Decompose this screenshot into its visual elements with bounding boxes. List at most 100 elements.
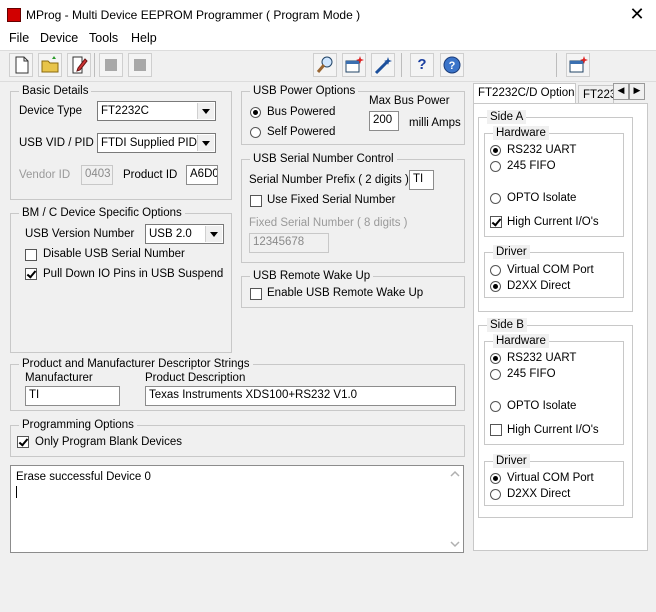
side-a-opto-radio[interactable] bbox=[490, 193, 501, 204]
new-window-icon[interactable] bbox=[566, 53, 590, 77]
product-description-field[interactable]: Texas Instruments XDS100+RS232 V1.0 bbox=[145, 386, 456, 406]
new-window-icon[interactable] bbox=[342, 53, 366, 77]
remote-wakeup-checkbox[interactable] bbox=[250, 288, 262, 300]
side-b-opto-radio[interactable] bbox=[490, 401, 501, 412]
window-title: MProg - Multi Device EEPROM Programmer (… bbox=[26, 8, 361, 22]
self-powered-label: Self Powered bbox=[267, 126, 336, 138]
manufacturer-field[interactable]: TI bbox=[25, 386, 120, 406]
menu-file[interactable]: File bbox=[9, 31, 29, 45]
side-b-rs232-label: RS232 UART bbox=[507, 352, 577, 364]
chevron-down-icon[interactable] bbox=[205, 226, 222, 242]
output-log[interactable]: Erase successful Device 0 bbox=[10, 465, 464, 553]
vendor-id-field: 0403 bbox=[81, 165, 113, 185]
side-b-vcp-radio[interactable] bbox=[490, 473, 501, 484]
log-text: Erase successful Device 0 bbox=[16, 471, 151, 483]
vidpid-label: USB VID / PID bbox=[19, 137, 94, 149]
vidpid-select[interactable]: FTDI Supplied PID bbox=[97, 133, 216, 153]
side-b-rs232-radio[interactable] bbox=[490, 353, 501, 364]
side-b-fifo-label: 245 FIFO bbox=[507, 368, 556, 380]
device-type-label: Device Type bbox=[19, 105, 83, 117]
side-b-high-current-checkbox[interactable] bbox=[490, 424, 502, 436]
side-a-d2xx-radio[interactable] bbox=[490, 281, 501, 292]
group-legend: Side A bbox=[487, 110, 527, 124]
milli-amps-label: milli Amps bbox=[409, 117, 461, 129]
chevron-down-icon[interactable] bbox=[197, 135, 214, 151]
group-legend: USB Remote Wake Up bbox=[250, 269, 374, 283]
chevron-down-icon[interactable] bbox=[197, 103, 214, 119]
bus-powered-label: Bus Powered bbox=[267, 106, 336, 118]
usb-version-value: USB 2.0 bbox=[149, 228, 192, 240]
disabled-square-icon[interactable] bbox=[99, 53, 123, 77]
group-legend: Basic Details bbox=[19, 84, 92, 98]
new-file-icon[interactable] bbox=[9, 53, 33, 77]
side-a-rs232-label: RS232 UART bbox=[507, 144, 577, 156]
side-a-opto-label: OPTO Isolate bbox=[507, 192, 577, 204]
side-b-d2xx-radio[interactable] bbox=[490, 489, 501, 500]
side-a-vcp-radio[interactable] bbox=[490, 265, 501, 276]
open-folder-icon[interactable] bbox=[38, 53, 62, 77]
device-type-select[interactable]: FT2232C bbox=[97, 101, 216, 121]
disable-usb-serial-label: Disable USB Serial Number bbox=[43, 248, 185, 260]
usb-version-select[interactable]: USB 2.0 bbox=[145, 224, 224, 244]
tab-ft2232cd-options[interactable]: FT2232C/D Options bbox=[473, 83, 576, 104]
toolbar-separator bbox=[94, 53, 95, 77]
product-description-label: Product Description bbox=[145, 372, 246, 384]
group-legend: Driver bbox=[493, 245, 530, 259]
side-b-opto-label: OPTO Isolate bbox=[507, 400, 577, 412]
side-a-high-current-label: High Current I/O's bbox=[507, 216, 599, 228]
text-caret bbox=[16, 486, 17, 498]
vendor-id-label: Vendor ID bbox=[19, 169, 71, 181]
pull-down-io-label: Pull Down IO Pins in USB Suspend bbox=[43, 268, 224, 280]
serial-prefix-label: Serial Number Prefix ( 2 digits ) bbox=[249, 174, 409, 186]
group-legend: USB Power Options bbox=[250, 84, 359, 98]
bus-powered-radio[interactable] bbox=[250, 107, 261, 118]
side-a-rs232-radio[interactable] bbox=[490, 145, 501, 156]
group-legend: Driver bbox=[493, 454, 530, 468]
close-icon[interactable]: ✕ bbox=[626, 2, 648, 28]
side-a-high-current-checkbox[interactable] bbox=[490, 216, 502, 228]
only-blank-devices-label: Only Program Blank Devices bbox=[35, 436, 182, 448]
use-fixed-serial-checkbox[interactable] bbox=[250, 195, 262, 207]
serial-prefix-field[interactable]: TI bbox=[409, 170, 434, 190]
search-icon[interactable] bbox=[313, 53, 337, 77]
disable-usb-serial-checkbox[interactable] bbox=[25, 249, 37, 261]
group-legend: Side B bbox=[487, 318, 527, 332]
product-id-field[interactable]: A6D0 bbox=[186, 165, 218, 185]
fixed-serial-field: 12345678 bbox=[249, 233, 329, 253]
side-a-fifo-radio[interactable] bbox=[490, 161, 501, 172]
help-icon[interactable]: ? bbox=[410, 53, 434, 77]
info-icon[interactable]: ? bbox=[440, 53, 464, 77]
program-wand-icon[interactable] bbox=[371, 53, 395, 77]
device-type-value: FT2232C bbox=[101, 105, 149, 117]
tab-scroll-left-icon[interactable]: ◀ bbox=[613, 83, 629, 100]
tab-scroll-right-icon[interactable]: ▶ bbox=[629, 83, 645, 100]
tab-ft2232[interactable]: FT2232 bbox=[578, 85, 614, 103]
side-b-high-current-label: High Current I/O's bbox=[507, 424, 599, 436]
group-legend: Product and Manufacturer Descriptor Stri… bbox=[19, 357, 253, 371]
side-b-d2xx-label: D2XX Direct bbox=[507, 488, 571, 500]
use-fixed-serial-label: Use Fixed Serial Number bbox=[267, 194, 396, 206]
edit-icon[interactable] bbox=[67, 53, 91, 77]
pull-down-io-checkbox[interactable] bbox=[25, 268, 37, 280]
menu-device[interactable]: Device bbox=[40, 31, 78, 45]
fixed-serial-label: Fixed Serial Number ( 8 digits ) bbox=[249, 217, 408, 229]
side-b-vcp-label: Virtual COM Port bbox=[507, 472, 594, 484]
usb-version-label: USB Version Number bbox=[25, 228, 135, 240]
group-legend: Hardware bbox=[493, 126, 549, 140]
vidpid-value: FTDI Supplied PID bbox=[101, 137, 197, 149]
svg-text:?: ? bbox=[449, 60, 456, 72]
side-b-fifo-radio[interactable] bbox=[490, 369, 501, 380]
product-id-label: Product ID bbox=[123, 169, 178, 181]
menu-tools[interactable]: Tools bbox=[89, 31, 118, 45]
side-a-fifo-label: 245 FIFO bbox=[507, 160, 556, 172]
disabled-square-icon[interactable] bbox=[128, 53, 152, 77]
self-powered-radio[interactable] bbox=[250, 127, 261, 138]
toolbar-separator bbox=[556, 53, 557, 77]
menu-help[interactable]: Help bbox=[131, 31, 157, 45]
manufacturer-label: Manufacturer bbox=[25, 372, 93, 384]
side-a-vcp-label: Virtual COM Port bbox=[507, 264, 594, 276]
max-bus-power-field[interactable]: 200 bbox=[369, 111, 399, 131]
scrollbar[interactable] bbox=[447, 466, 463, 552]
toolbar-separator bbox=[401, 53, 402, 77]
only-blank-devices-checkbox[interactable] bbox=[17, 436, 29, 448]
